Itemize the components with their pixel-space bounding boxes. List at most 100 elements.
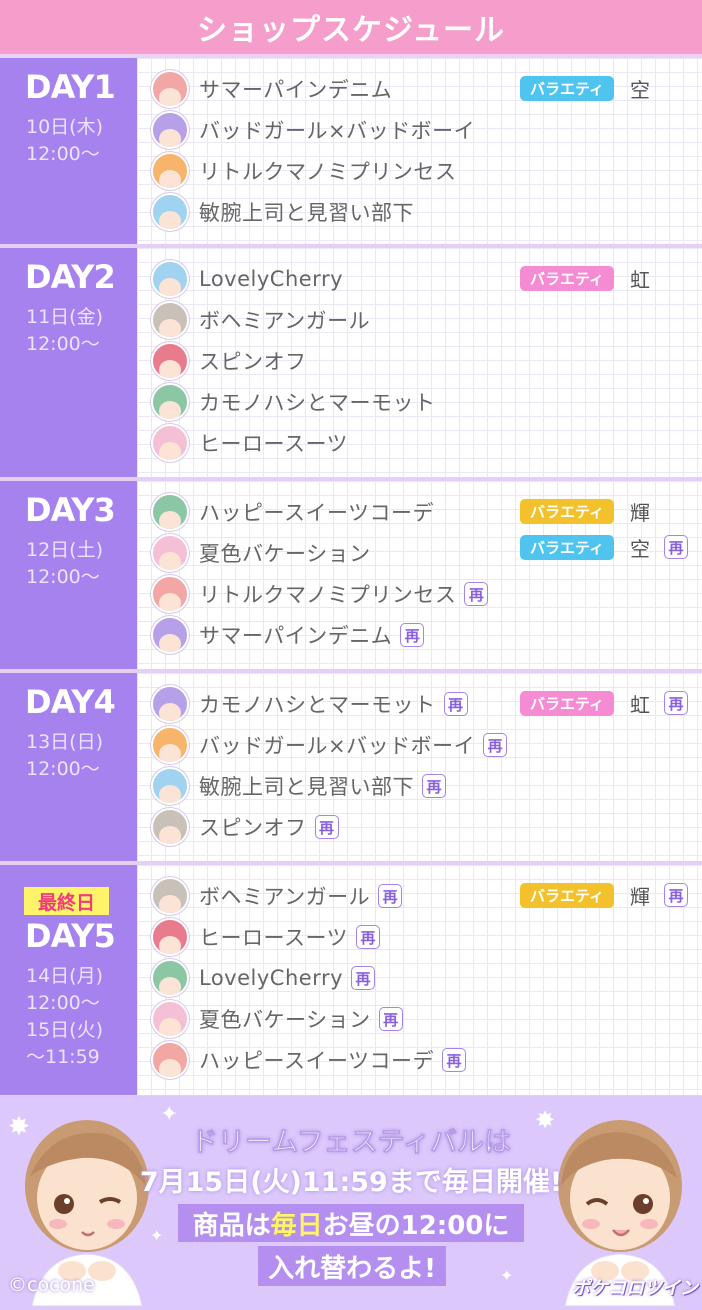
avatar-icon <box>151 918 189 956</box>
item-name: ハッピースイーツコーデ <box>199 501 435 525</box>
avatar-face <box>159 442 181 460</box>
item-name: リトルクマノミプリンセス <box>199 160 457 184</box>
list-item: LovelyCherry <box>151 260 343 298</box>
avatar-face <box>159 593 181 611</box>
avatar-icon <box>151 534 189 572</box>
avatar-face <box>159 895 181 913</box>
list-item: リトルクマノミプリンセス再 <box>151 575 489 613</box>
avatar-face <box>159 936 181 954</box>
day-label: DAY1 <box>25 68 116 106</box>
rerun-badge: 再 <box>483 733 508 757</box>
list-item: 夏色バケーション再 <box>151 1000 403 1038</box>
list-item: カモノハシとマーモット再 <box>151 685 468 723</box>
item-name: バッドガール×バッドボーイ <box>199 119 476 143</box>
rerun-badge: 再 <box>378 1007 403 1031</box>
day-items-panel: ボヘミアンガール再ヒーロースーツ再 LovelyCherry 再夏色バケーション再ハ… <box>137 865 702 1095</box>
day-items-panel: LovelyCherry ボヘミアンガール スピンオフカモノハシとマーモット ヒーロー… <box>137 248 702 477</box>
day-date-time: 10日(木) 12:00〜 <box>26 116 104 165</box>
list-item: サマーパインデニム再 <box>151 616 425 654</box>
day-date-time: 14日(月) 12:00〜 15日(火) 〜11:59 <box>26 965 104 1068</box>
avatar-face <box>159 511 181 529</box>
item-name: LovelyCherry <box>199 966 344 990</box>
footer-line-1: ドリームフェスティバルは <box>191 1127 512 1159</box>
footer-line-4-text: 入れ替わるよ! <box>268 1253 436 1284</box>
app-logo: ポケコロツイン <box>572 1278 698 1299</box>
avatar-face <box>159 552 181 570</box>
day-row-5: 最終日 DAY5 14日(月) 12:00〜 15日(火) 〜11:59 ボヘミアンガ… <box>0 865 702 1099</box>
list-item: スピンオフ再 <box>151 808 339 846</box>
item-name: バッドガール×バッドボーイ <box>199 734 476 758</box>
list-item: 敏腕上司と見習い部下 <box>151 193 414 231</box>
variety-row: バラエティ空再 <box>520 534 688 561</box>
item-name: LovelyCherry <box>199 267 344 291</box>
copyright: ©cocone <box>8 1274 95 1296</box>
avatar-icon <box>151 193 189 231</box>
day-row-4: DAY4 13日(日) 12:00〜 カモノハシとマーモット再バッドガール×バッドボ… <box>0 673 702 865</box>
page-title: ショップスケジュール <box>197 13 505 48</box>
list-item: 敏腕上司と見習い部下再 <box>151 767 446 805</box>
list-item: バッドガール×バッドボーイ <box>151 111 475 149</box>
avatar-face <box>159 170 181 188</box>
avatar-icon <box>151 70 189 108</box>
footer-line-3: 商品は 毎日 お昼の12:00に <box>178 1204 524 1242</box>
avatar-face <box>159 278 181 296</box>
item-name: ヒーロースーツ <box>199 432 349 456</box>
list-item: ボヘミアンガール再 <box>151 877 403 915</box>
day-row-1: DAY1 10日(木) 12:00〜 サマーパインデニムバッドガール×バッドボーイリ… <box>0 58 702 248</box>
rerun-badge: 再 <box>356 925 381 949</box>
item-name: 敏腕上司と見習い部下 <box>199 201 414 225</box>
avatar-icon <box>151 111 189 149</box>
item-name: 夏色バケーション <box>199 1008 371 1032</box>
variety-kind: 虹 <box>630 267 650 292</box>
rerun-badge: 再 <box>422 774 446 798</box>
rerun-badge: 再 <box>664 691 688 715</box>
item-name: リトルクマノミプリンセス <box>199 583 457 607</box>
avatar-face <box>159 744 181 762</box>
variety-row: バラエティ虹再 <box>520 690 688 717</box>
item-name: スピンオフ <box>199 350 307 374</box>
avatar-icon <box>151 616 189 654</box>
avatar-icon <box>151 493 189 531</box>
list-item: ハッピースイーツコーデ再 <box>151 1041 467 1079</box>
avatar-icon <box>151 301 189 339</box>
item-name: 敏腕上司と見習い部下 <box>199 775 414 799</box>
avatar-icon <box>151 685 189 723</box>
variety-badge: バラエティ <box>520 534 614 560</box>
day-label: DAY5 <box>25 917 116 955</box>
list-item: 夏色バケーション <box>151 534 371 572</box>
avatar-icon <box>151 767 189 805</box>
variety-row: バラエティ空 <box>520 75 650 102</box>
item-name: ヒーロースーツ <box>199 926 349 950</box>
avatar-icon <box>151 726 189 764</box>
day-label: DAY2 <box>25 258 116 296</box>
variety-kind: 輝 <box>630 884 650 909</box>
avatar-face <box>159 211 181 229</box>
list-item: ヒーロースーツ <box>151 424 348 462</box>
avatar-face <box>159 977 181 995</box>
footer-line-3-highlight: 毎日 <box>270 1210 323 1241</box>
avatar-icon <box>151 575 189 613</box>
variety-kind: 虹 <box>630 692 650 717</box>
avatar-icon <box>151 152 189 190</box>
variety-kind: 空 <box>630 536 650 561</box>
rerun-badge: 再 <box>442 1048 467 1072</box>
item-name: カモノハシとマーモット <box>199 391 436 415</box>
footer-line-2: 7月15日(火)11:59まで毎日開催! <box>139 1167 563 1198</box>
avatar-icon <box>151 959 189 997</box>
variety-row: バラエティ輝 <box>520 498 650 525</box>
list-item: サマーパインデニム <box>151 70 392 108</box>
variety-kind: 空 <box>630 77 650 102</box>
item-name: サマーパインデニム <box>199 624 393 648</box>
avatar-face <box>159 1018 181 1036</box>
avatar-icon <box>151 424 189 462</box>
rerun-badge: 再 <box>400 623 425 647</box>
item-name: 夏色バケーション <box>199 542 371 566</box>
rerun-badge: 再 <box>443 692 468 716</box>
item-name: ボヘミアンガール <box>199 309 371 333</box>
avatar-face <box>159 401 181 419</box>
rerun-badge: 再 <box>351 966 376 990</box>
rerun-badge: 再 <box>664 535 688 559</box>
schedule-list: DAY1 10日(木) 12:00〜 サマーパインデニム バッドガール×バッドボーイリ… <box>0 58 702 1099</box>
day-label: DAY4 <box>25 683 116 721</box>
day-row-3: DAY3 12日(土) 12:00〜 ハッピースイーツコーデ 夏色バケーション リトルク… <box>0 481 702 673</box>
